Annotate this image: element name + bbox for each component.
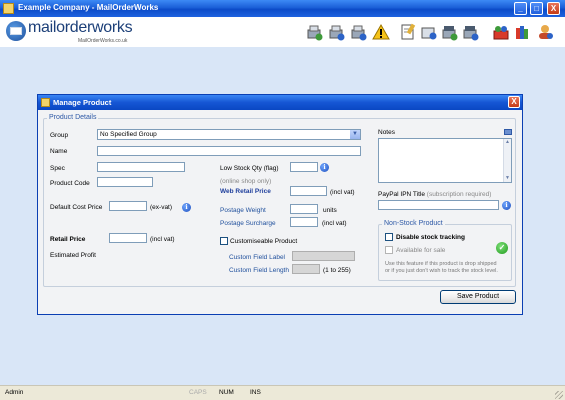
group-label: Group bbox=[50, 132, 69, 139]
custom-field-label-input[interactable] bbox=[292, 251, 355, 261]
available-for-sale-checkbox[interactable] bbox=[385, 246, 393, 254]
chevron-down-icon[interactable]: ▼ bbox=[350, 130, 360, 139]
status-bar: Admin CAPS NUM INS bbox=[0, 385, 565, 400]
postage-weight-label: Postage Weight bbox=[220, 207, 266, 214]
web-retail-price-label: Web Retail Price bbox=[220, 188, 271, 195]
custom-field-label-label: Custom Field Label bbox=[229, 254, 285, 261]
green-check-icon: ✓ bbox=[496, 242, 508, 254]
logo-envelope-icon bbox=[10, 27, 22, 35]
notes-textarea[interactable]: ▲ ▼ bbox=[378, 138, 512, 183]
scroll-up-icon[interactable]: ▲ bbox=[504, 139, 511, 146]
customiseable-checkbox[interactable] bbox=[220, 237, 228, 245]
available-for-sale-label: Available for sale bbox=[396, 247, 446, 254]
status-user: Admin bbox=[5, 389, 24, 396]
dialog-titlebar: Manage Product X bbox=[38, 95, 522, 110]
customiseable-label: Customiseable Product bbox=[230, 238, 298, 245]
postage-surcharge-suffix: (incl vat) bbox=[322, 220, 347, 227]
name-label: Name bbox=[50, 148, 68, 155]
paypal-ipn-title: PayPal IPN Title bbox=[378, 191, 425, 198]
reports-icon[interactable] bbox=[399, 23, 417, 41]
cost-price-input[interactable] bbox=[109, 201, 147, 211]
products-icon[interactable] bbox=[350, 23, 368, 41]
spec-input[interactable] bbox=[97, 162, 185, 172]
orders-icon[interactable] bbox=[306, 23, 324, 41]
low-stock-info-icon[interactable]: i bbox=[320, 163, 329, 172]
estimated-profit-label: Estimated Profit bbox=[50, 252, 96, 259]
customers-icon[interactable] bbox=[328, 23, 346, 41]
name-input[interactable] bbox=[97, 146, 361, 156]
non-stock-legend: Non-Stock Product bbox=[382, 220, 445, 227]
users-icon[interactable] bbox=[536, 23, 554, 41]
cost-info-icon[interactable]: i bbox=[182, 203, 191, 212]
postage-weight-units: units bbox=[323, 207, 337, 214]
retail-price-input[interactable] bbox=[109, 233, 147, 243]
logo-text: mailorderworks bbox=[28, 19, 133, 36]
window-title: Example Company - MailOrderWorks bbox=[18, 3, 159, 12]
web-retail-price-input[interactable] bbox=[290, 186, 327, 196]
disable-tracking-label: Disable stock tracking bbox=[396, 234, 465, 241]
notes-expand-icon[interactable] bbox=[504, 129, 512, 135]
postage-surcharge-input[interactable] bbox=[290, 217, 318, 227]
maximize-button[interactable]: □ bbox=[530, 2, 543, 15]
status-ins: INS bbox=[250, 389, 261, 396]
online-shop-note: (online shop only) bbox=[220, 178, 272, 185]
app-titlebar: Example Company - MailOrderWorks _ □ X bbox=[0, 0, 565, 17]
manage-product-dialog: Manage Product X Product Details Group N… bbox=[37, 94, 523, 315]
low-stock-label: Low Stock Qty (flag) bbox=[220, 165, 279, 172]
product-code-input[interactable] bbox=[97, 177, 153, 187]
app-header: mailorderworks MailOrderWorks.co.uk bbox=[0, 17, 565, 47]
product-code-label: Product Code bbox=[50, 180, 90, 187]
despatch-icon[interactable] bbox=[462, 23, 480, 41]
dialog-icon bbox=[41, 98, 50, 107]
custom-field-length-label: Custom Field Length bbox=[229, 267, 289, 274]
group-select[interactable]: No Specified Group ▼ bbox=[97, 129, 361, 140]
paypal-ipn-hint: (subscription required) bbox=[426, 191, 492, 198]
status-num: NUM bbox=[219, 389, 234, 396]
status-caps: CAPS bbox=[189, 389, 207, 396]
web-retail-suffix: (incl vat) bbox=[330, 189, 355, 196]
warning-icon[interactable] bbox=[372, 23, 390, 41]
retail-price-label: Retail Price bbox=[50, 236, 86, 243]
paypal-info-icon[interactable]: i bbox=[502, 201, 511, 210]
postage-surcharge-label: Postage Surcharge bbox=[220, 220, 276, 227]
paypal-ipn-input[interactable] bbox=[378, 200, 499, 210]
resize-grip[interactable] bbox=[555, 391, 563, 399]
dialog-close-button[interactable]: X bbox=[508, 96, 520, 108]
notes-label: Notes bbox=[378, 129, 395, 136]
books-icon[interactable] bbox=[514, 23, 532, 41]
close-button[interactable]: X bbox=[547, 2, 560, 15]
spec-label: Spec bbox=[50, 165, 65, 172]
logo-url: MailOrderWorks.co.uk bbox=[78, 38, 128, 44]
cost-price-suffix: (ex-vat) bbox=[150, 204, 173, 211]
custom-field-length-suffix: (1 to 255) bbox=[323, 267, 351, 274]
postage-weight-input[interactable] bbox=[290, 204, 318, 214]
product-details-legend: Product Details bbox=[47, 114, 99, 121]
low-stock-input[interactable] bbox=[290, 162, 318, 172]
dialog-title: Manage Product bbox=[53, 98, 112, 107]
sales-channels-icon[interactable] bbox=[492, 23, 510, 41]
cost-price-label: Default Cost Price bbox=[50, 204, 103, 211]
group-select-value: No Specified Group bbox=[100, 131, 157, 138]
notes-scrollbar[interactable]: ▲ ▼ bbox=[503, 139, 511, 182]
non-stock-note-2: or if you just don't wish to track the s… bbox=[385, 268, 498, 274]
paypal-ipn-label: PayPal IPN Title (subscription required) bbox=[378, 191, 491, 198]
add-stock-icon[interactable] bbox=[441, 23, 459, 41]
disable-tracking-checkbox[interactable] bbox=[385, 233, 393, 241]
retail-price-suffix: (incl vat) bbox=[150, 236, 175, 243]
custom-field-length-input[interactable] bbox=[292, 264, 320, 274]
save-product-button[interactable]: Save Product bbox=[440, 290, 516, 304]
app-icon bbox=[3, 3, 14, 14]
minimize-button[interactable]: _ bbox=[514, 2, 527, 15]
stock-icon[interactable] bbox=[420, 23, 438, 41]
scroll-down-icon[interactable]: ▼ bbox=[504, 175, 511, 182]
